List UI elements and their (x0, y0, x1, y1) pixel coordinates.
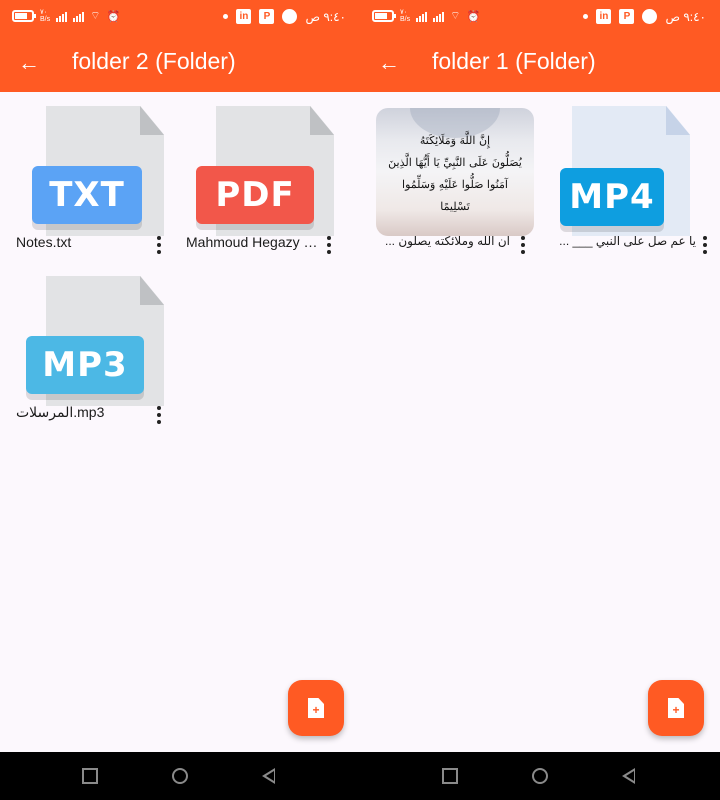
more-vert-icon[interactable] (154, 406, 164, 424)
file-name: المرسلات.mp3 (16, 404, 105, 420)
file-name: Notes.txt (16, 234, 72, 250)
app-bar: ٧٠ B/s ⌔ ⏰ in P ٩:٤٠ ص ← folder 2 (Folde… (0, 0, 360, 92)
wifi-icon: ⌔ (90, 10, 101, 22)
screen-folder-1: ٧٠ B/s ⌔ ⏰ in P ٩:٤٠ ص ← folder 1 (Folde… (360, 0, 720, 752)
app-bar: ٧٠ B/s ⌔ ⏰ in P ٩:٤٠ ص ← folder 1 (Folde… (360, 0, 720, 92)
notification-dot-icon (223, 14, 229, 19)
add-file-button[interactable]: + (648, 680, 704, 736)
status-time: ٩:٤٠ ص (305, 9, 346, 24)
alarm-icon: ⏰ (106, 10, 121, 23)
battery-icon (12, 10, 36, 22)
notification-dot-icon (583, 14, 589, 19)
add-file-button[interactable]: + (288, 680, 344, 736)
linkedin-icon: in (596, 9, 612, 24)
status-time: ٩:٤٠ ص (665, 9, 706, 24)
recents-icon[interactable] (82, 768, 98, 784)
calligraphy-text: إِنَّ اللَّهَ وَمَلَائِكَتَهُ يُصَلُّونَ… (388, 134, 522, 213)
app-notification-circle-icon (282, 9, 298, 24)
file-type-badge: MP4 (560, 168, 664, 226)
arrow-left-icon[interactable]: ← (18, 52, 40, 74)
file-name: Mahmoud Hegazy CV.pdf (186, 234, 322, 250)
linkedin-icon: in (236, 9, 252, 24)
back-nav-icon[interactable] (622, 768, 635, 784)
recents-icon[interactable] (442, 768, 458, 784)
page-title: folder 2 (Folder) (72, 48, 236, 74)
file-tile[interactable]: إِنَّ اللَّهَ وَمَلَائِكَتَهُ يُصَلُّونَ… (360, 92, 540, 272)
page-title: folder 1 (Folder) (432, 48, 596, 74)
battery-icon (372, 10, 396, 22)
file-tile[interactable]: MP3 المرسلات.mp3 (2, 262, 168, 442)
back-nav-icon[interactable] (262, 768, 275, 784)
signal-icon (416, 10, 428, 22)
screen-folder-2: ٧٠ B/s ⌔ ⏰ in P ٩:٤٠ ص ← folder 2 (Folde… (0, 0, 360, 752)
signal-icon-2 (433, 10, 445, 22)
signal-icon (56, 10, 68, 22)
wifi-icon: ⌔ (450, 10, 461, 22)
file-tile[interactable]: MP4 يا عم صل على النبي ___ ... (540, 92, 707, 272)
system-nav-bar (0, 752, 720, 800)
image-thumbnail: إِنَّ اللَّهَ وَمَلَائِكَتَهُ يُصَلُّونَ… (376, 108, 534, 236)
app-notification-circle-icon (642, 9, 658, 24)
home-icon[interactable] (532, 768, 548, 784)
file-name: يا عم صل على النبي ___ ... (559, 234, 696, 248)
more-vert-icon[interactable] (518, 236, 528, 254)
home-icon[interactable] (172, 768, 188, 784)
net-speed: ٧٠ B/s (40, 9, 51, 23)
more-vert-icon[interactable] (700, 236, 710, 254)
file-type-badge: MP3 (26, 336, 144, 394)
signal-icon-2 (73, 10, 85, 22)
file-tile[interactable]: TXT Notes.txt (2, 92, 168, 272)
more-vert-icon[interactable] (324, 236, 334, 254)
file-tile[interactable]: PDF Mahmoud Hegazy CV.pdf (172, 92, 338, 272)
file-name: ان الله وملائكته يصلون ... (384, 234, 510, 248)
file-type-badge: TXT (32, 166, 142, 224)
status-bar: ٧٠ B/s ⌔ ⏰ in P ٩:٤٠ ص (360, 0, 720, 36)
app-notification-icon: P (619, 9, 635, 24)
more-vert-icon[interactable] (154, 236, 164, 254)
arrow-left-icon[interactable]: ← (378, 52, 400, 74)
alarm-icon: ⏰ (466, 10, 481, 23)
net-speed: ٧٠ B/s (400, 9, 411, 23)
file-type-badge: PDF (196, 166, 314, 224)
status-bar: ٧٠ B/s ⌔ ⏰ in P ٩:٤٠ ص (0, 0, 360, 36)
app-notification-icon: P (259, 9, 275, 24)
